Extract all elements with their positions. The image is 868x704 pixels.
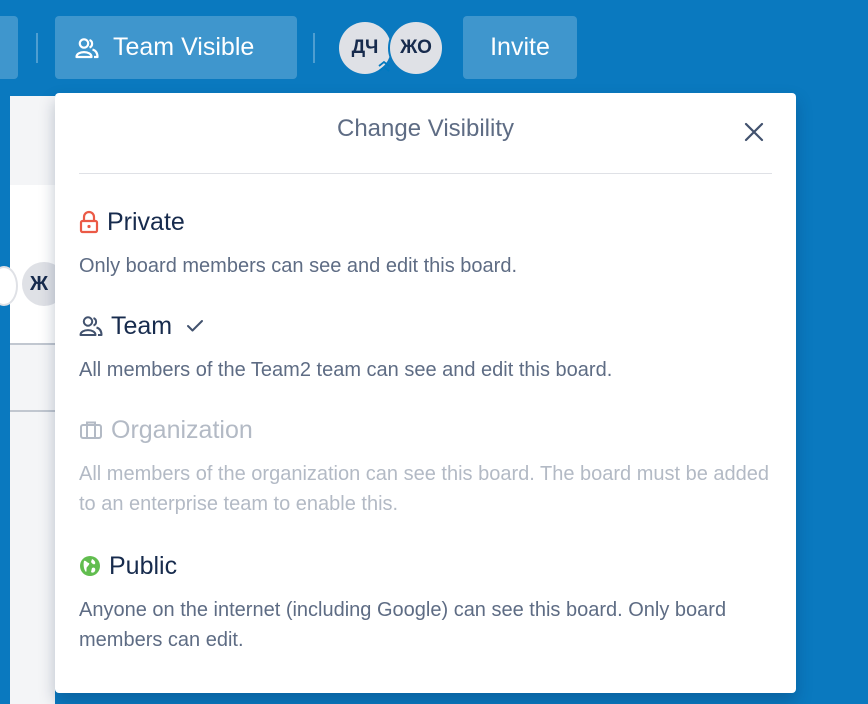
- visibility-button-label: Team Visible: [113, 33, 255, 61]
- header-divider: [36, 33, 38, 63]
- visibility-button[interactable]: Team Visible: [55, 16, 297, 79]
- option-label: Organization: [111, 415, 253, 444]
- option-description: All members of the Team2 team can see an…: [79, 359, 613, 381]
- visibility-option-organization: Organization All members of the organiza…: [79, 413, 772, 519]
- option-description: All members of the organization can see …: [79, 463, 770, 515]
- check-icon: [186, 319, 212, 333]
- close-button[interactable]: [740, 118, 768, 146]
- invite-button[interactable]: Invite: [463, 16, 577, 79]
- globe-icon: [80, 556, 100, 576]
- visibility-option-team[interactable]: Team All members of the Team2 team can s…: [79, 309, 772, 385]
- change-visibility-popover: Change Visibility Private Only board mem…: [55, 93, 796, 693]
- visibility-option-public[interactable]: Public Anyone on the internet (including…: [79, 549, 772, 655]
- team-icon: [75, 37, 99, 58]
- board-name-button-partial[interactable]: [0, 16, 18, 79]
- header-divider: [313, 33, 315, 63]
- admin-chevron-icon: [376, 58, 392, 74]
- popover-divider: [79, 173, 772, 174]
- option-label: Private: [107, 207, 185, 236]
- team-icon: [79, 316, 103, 336]
- divider: [10, 410, 55, 412]
- option-label: Public: [109, 551, 178, 580]
- close-icon: [744, 122, 764, 142]
- divider: [10, 343, 55, 345]
- popover-title: Change Visibility: [337, 115, 514, 142]
- organization-icon: [80, 421, 102, 439]
- option-description: Only board members can see and edit this…: [79, 255, 518, 277]
- visibility-option-private[interactable]: Private Only board members can see and e…: [79, 205, 772, 281]
- lock-icon: [79, 210, 99, 234]
- option-description: Anyone on the internet (including Google…: [79, 599, 727, 651]
- option-label: Team: [111, 311, 173, 340]
- member-avatar[interactable]: ЖО: [388, 20, 444, 76]
